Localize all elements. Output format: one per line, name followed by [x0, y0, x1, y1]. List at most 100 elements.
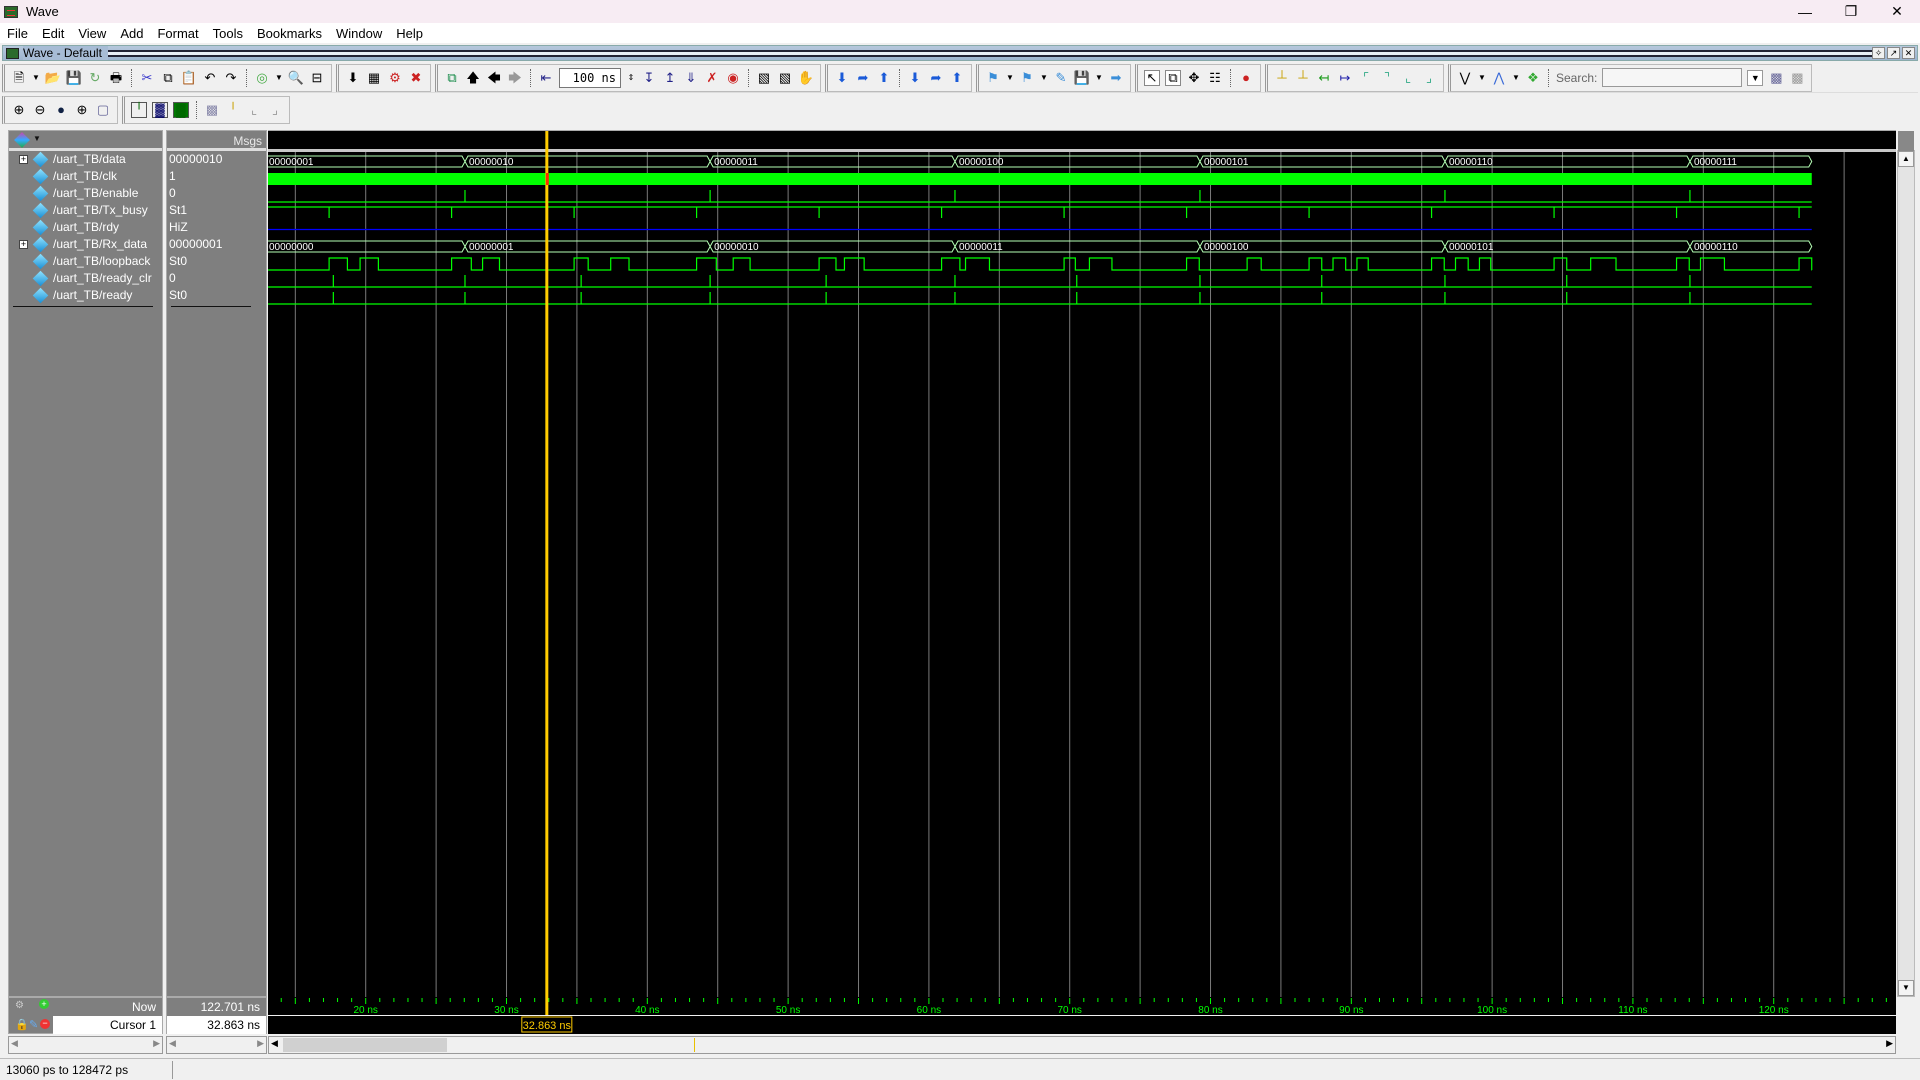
scroll-left-button[interactable]: ◀ [11, 1038, 18, 1049]
run-icon[interactable]: ↧ [641, 70, 657, 86]
paste-icon[interactable]: 📋 [181, 70, 197, 86]
save-bookmark-icon[interactable]: 💾 [1074, 70, 1090, 86]
save-icon[interactable]: 💾 [66, 70, 82, 86]
signal-options-icon[interactable] [14, 132, 30, 148]
up-arrow-icon[interactable]: 🡅 [465, 70, 481, 86]
signal-row[interactable]: /uart_TB/ready [9, 287, 162, 304]
signal-name[interactable]: /uart_TB/clk [53, 168, 117, 185]
next-rising-edge-icon[interactable]: ⌟ [1421, 70, 1437, 86]
merge-icon[interactable]: ⋁ [1457, 70, 1473, 86]
wave-hscrollbar[interactable]: ◀ ▶ [268, 1036, 1896, 1054]
edge-icon[interactable]: ⌞ [246, 102, 262, 118]
step-environment-icon[interactable]: ⧉ [444, 70, 460, 86]
signal-name[interactable]: /uart_TB/ready [53, 287, 132, 304]
menu-edit[interactable]: Edit [35, 26, 71, 41]
stop-icon[interactable]: ◉ [725, 70, 741, 86]
pan-mode-icon[interactable]: ✥ [1186, 70, 1202, 86]
performance-icon[interactable]: ▧ [756, 70, 772, 86]
new-file-icon[interactable]: 🗎 [11, 70, 27, 86]
zoom-mode-icon[interactable]: ⧉ [1165, 69, 1181, 86]
forward-arrow-icon[interactable]: 🡆 [507, 70, 523, 86]
lock-cursor-icon[interactable]: 🔒 [15, 1018, 29, 1031]
break-icon[interactable]: ✗ [704, 70, 720, 86]
hand-icon[interactable]: ✋ [798, 70, 814, 86]
divider-icon[interactable]: ╵ [225, 102, 241, 118]
delete-cursor-icon[interactable]: − [40, 1019, 50, 1029]
zoom-in-icon[interactable]: ⊕ [11, 102, 27, 118]
zoom-pane-button[interactable]: ✧ [1872, 47, 1885, 59]
restart-icon[interactable]: ⇤ [538, 70, 554, 86]
scroll-thumb[interactable] [283, 1038, 447, 1052]
signal-name[interactable]: /uart_TB/ready_clr [53, 270, 152, 287]
step-over-icon[interactable]: ➦ [855, 70, 871, 86]
run-all-icon[interactable]: ⇓ [683, 70, 699, 86]
expand-icon[interactable]: + [19, 155, 28, 164]
insert-breakpoint-icon[interactable]: ⬇ [345, 70, 361, 86]
step-out-all-icon[interactable]: ⬆ [949, 70, 965, 86]
scroll-right-button[interactable]: ▶ [1886, 1038, 1893, 1049]
prev-falling-edge-icon[interactable]: ⌜ [1358, 70, 1374, 86]
wave-style-pulse-icon[interactable]: ▓ [152, 102, 168, 118]
scroll-right-button[interactable]: ▶ [153, 1038, 160, 1049]
cursor-1-label[interactable]: Cursor 1 [53, 1016, 162, 1034]
step-over-all-icon[interactable]: ➦ [928, 70, 944, 86]
select-mode-icon[interactable]: ↖ [1144, 69, 1160, 86]
traffic-light-icon[interactable]: ● [1238, 70, 1254, 86]
signal-name[interactable]: /uart_TB/data [53, 151, 126, 168]
signal-name[interactable]: /uart_TB/Rx_data [53, 236, 147, 253]
scroll-left-button[interactable]: ◀ [169, 1038, 176, 1049]
signal-name[interactable]: /uart_TB/rdy [53, 219, 119, 236]
signal-row[interactable]: /uart_TB/clk [9, 168, 162, 185]
dropdown-arrow-icon[interactable]: ▼ [1006, 70, 1014, 86]
menu-help[interactable]: Help [389, 26, 430, 41]
step-into-all-icon[interactable]: ⬇ [907, 70, 923, 86]
copy-icon[interactable]: ⧉ [160, 70, 176, 86]
wave-style-line-icon[interactable]: ╵ [131, 102, 147, 118]
reload-icon[interactable]: ↻ [87, 70, 103, 86]
add-bookmark-icon[interactable]: ⚑ [985, 70, 1001, 86]
menu-add[interactable]: Add [113, 26, 150, 41]
undo-icon[interactable]: ↶ [202, 70, 218, 86]
scroll-right-button[interactable]: ▶ [257, 1038, 264, 1049]
remove-bookmark-icon[interactable]: ⚑ [1019, 70, 1035, 86]
search-dropdown-icon[interactable]: ▼ [1747, 69, 1764, 86]
waveform-canvas[interactable]: 00000001 00000010 00000011 00000100 00000101… [268, 131, 1896, 997]
wave-style-fill-icon[interactable]: ▓ [173, 102, 189, 118]
add-cursor-icon[interactable]: + [39, 999, 49, 1009]
clear-breakpoints-icon[interactable]: ✖ [408, 70, 424, 86]
redo-icon[interactable]: ↷ [223, 70, 239, 86]
insert-cursor-icon[interactable]: ┴ [1274, 70, 1290, 86]
cursor-bar[interactable]: 32.863 ns [268, 1016, 1896, 1034]
search-input[interactable] [1602, 68, 1743, 87]
menu-view[interactable]: View [71, 26, 113, 41]
find-signal-icon[interactable]: ◎ [254, 70, 270, 86]
continue-run-icon[interactable]: ↥ [662, 70, 678, 86]
scroll-left-button[interactable]: ◀ [271, 1038, 278, 1049]
expand-icon[interactable]: + [19, 240, 28, 249]
edit-cursor-icon[interactable]: ✎ [29, 1018, 38, 1031]
step-out-icon[interactable]: ⬆ [876, 70, 892, 86]
signal-row[interactable]: + /uart_TB/data [9, 151, 162, 168]
dropdown-arrow-icon[interactable]: ▼ [275, 70, 283, 86]
edge-end-icon[interactable]: ⌟ [267, 102, 283, 118]
wave-subwindow-titlebar[interactable]: Wave - Default ✧ ↗ ✕ [2, 45, 1918, 61]
goto-bookmark-icon[interactable]: ➡ [1108, 70, 1124, 86]
cursor-tools-icon[interactable]: ⚙ [15, 1000, 24, 1011]
signal-name[interactable]: /uart_TB/loopback [53, 253, 150, 270]
expand-icon[interactable]: ❖ [1525, 70, 1541, 86]
signal-name[interactable]: /uart_TB/Tx_busy [53, 202, 148, 219]
scroll-down-button[interactable]: ▼ [1898, 980, 1914, 996]
print-icon[interactable]: 🖶 [108, 70, 124, 86]
back-arrow-icon[interactable]: 🡄 [486, 70, 502, 86]
prev-rising-edge-icon[interactable]: ⌞ [1400, 70, 1416, 86]
signal-row[interactable]: + /uart_TB/Rx_data [9, 236, 162, 253]
zoom-cursor-icon[interactable]: ⊕ [74, 102, 90, 118]
dropdown-arrow-icon[interactable]: ▼ [1040, 70, 1048, 86]
dropdown-arrow-icon[interactable]: ▼ [32, 70, 40, 86]
group-icon[interactable]: ▩ [204, 102, 220, 118]
edit-bookmark-icon[interactable]: ✎ [1053, 70, 1069, 86]
zoom-out-icon[interactable]: ⊖ [32, 102, 48, 118]
run-length-input[interactable] [559, 67, 621, 88]
cut-icon[interactable]: ✂ [139, 70, 155, 86]
close-button[interactable]: ✕ [1874, 0, 1920, 23]
